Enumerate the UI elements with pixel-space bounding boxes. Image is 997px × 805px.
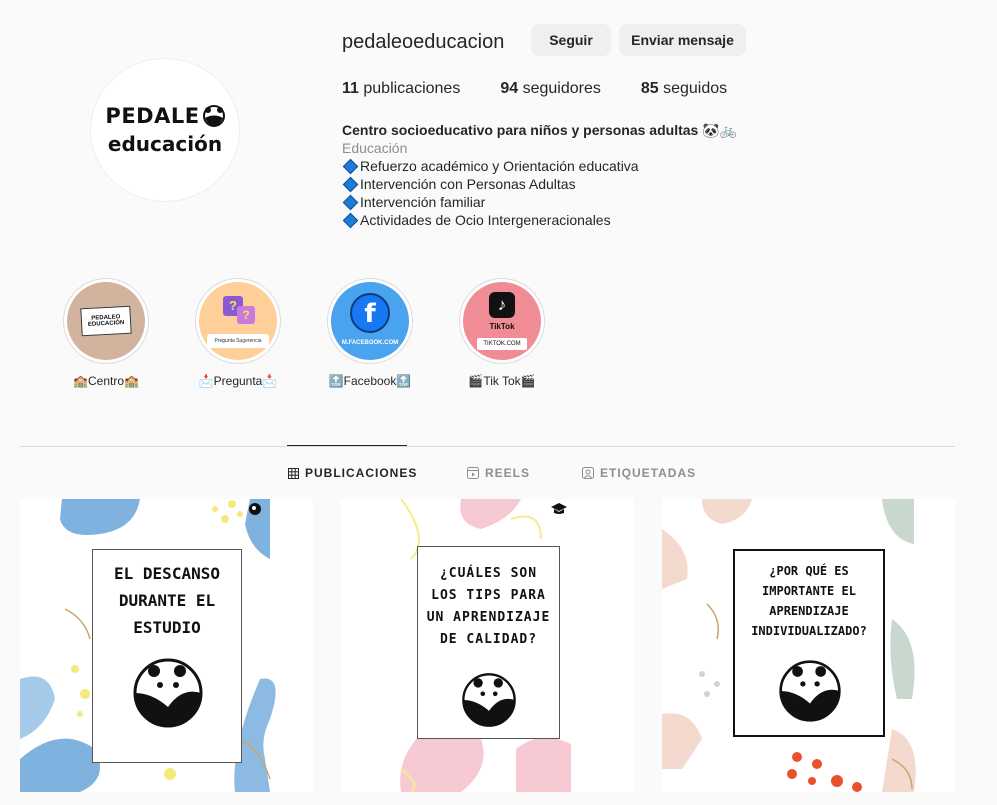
panda-yinyang-icon [779, 660, 841, 722]
post-card: ¿POR QUÉ ES IMPORTANTE EL APRENDIZAJE IN… [733, 549, 885, 737]
highlight-facebook-url: M.FACEBOOK.COM [341, 340, 399, 346]
grid-icon [288, 467, 299, 479]
highlight-label: 🎬Tik Tok🎬 [468, 374, 536, 388]
post-thumbnail[interactable]: ¿CUÁLES SON LOS TIPS PARA UN APRENDIZAJE… [341, 499, 634, 792]
profile-stats: 11 publicaciones 94 seguidores 85 seguid… [342, 80, 727, 98]
panda-yinyang-icon [133, 658, 203, 728]
highlight-tiktok[interactable]: ♪ TikTok TIKTOK.COM [459, 278, 545, 364]
tab-reels[interactable]: REELS [467, 466, 530, 480]
blue-diamond-icon [342, 176, 359, 193]
reels-icon [467, 467, 479, 479]
tab-etiquetadas[interactable]: ETIQUETADAS [582, 466, 696, 480]
bio-line: Refuerzo académico y Orientación educati… [342, 157, 737, 175]
highlight-pregunta-card: Pregunta Sugerencia [207, 334, 269, 348]
bio-line: Intervención familiar [342, 193, 737, 211]
post-card: EL DESCANSO DURANTE EL ESTUDIO [92, 549, 242, 763]
panda-icon [202, 105, 225, 127]
blue-diamond-icon [342, 212, 359, 229]
bio-name: Centro socioeducativo para niños y perso… [342, 122, 738, 138]
tab-publicaciones[interactable]: PUBLICACIONES [288, 466, 417, 480]
bio-line: Intervención con Personas Adultas [342, 175, 737, 193]
graduation-cap-icon [551, 503, 567, 514]
bio-category: Educación [342, 140, 408, 156]
username: pedaleoeducacion [342, 31, 505, 53]
bio-line: Actividades de Ocio Intergeneracionales [342, 211, 737, 229]
highlight-tiktok-title: TikTok [489, 322, 515, 331]
highlight-centro-card: PEDALEO EDUCACIÓN [80, 305, 132, 337]
highlight-label: 🔝Facebook🔝 [328, 374, 412, 388]
post-title: ¿CUÁLES SON LOS TIPS PARA UN APRENDIZAJE… [426, 566, 551, 647]
follow-button[interactable]: Seguir [531, 24, 611, 56]
tiktok-icon: ♪ [489, 292, 515, 318]
tab-label: PUBLICACIONES [305, 466, 418, 480]
panda-yinyang-icon [462, 673, 516, 727]
avatar-line1: PEDALE [105, 104, 200, 128]
post-card: ¿CUÁLES SON LOS TIPS PARA UN APRENDIZAJE… [417, 546, 560, 739]
tab-label: ETIQUETADAS [600, 466, 697, 480]
bio: Centro socioeducativo para niños y perso… [342, 121, 737, 229]
blue-diamond-icon [342, 194, 359, 211]
highlight-facebook[interactable]: f M.FACEBOOK.COM [327, 278, 413, 364]
post-title: ¿POR QUÉ ES IMPORTANTE EL APRENDIZAJE IN… [751, 564, 867, 638]
tagged-icon [582, 467, 594, 479]
avatar-line2: educación [107, 132, 223, 156]
facebook-icon: f [350, 293, 390, 333]
post-title: EL DESCANSO DURANTE EL ESTUDIO [114, 564, 220, 637]
highlight-label: 🏫Centro🏫 [73, 374, 139, 388]
posts-stat[interactable]: 11 publicaciones [342, 80, 460, 98]
highlight-pregunta[interactable]: ? ? Pregunta Sugerencia [195, 278, 281, 364]
followers-stat[interactable]: 94 seguidores [500, 80, 601, 98]
head-gear-icon [249, 503, 261, 515]
highlight-tiktok-url: TIKTOK.COM [477, 338, 527, 350]
highlight-label: 📩Pregunta📩 [198, 374, 278, 388]
tab-label: REELS [485, 466, 531, 480]
post-thumbnail[interactable]: ¿POR QUÉ ES IMPORTANTE EL APRENDIZAJE IN… [662, 499, 955, 792]
profile-avatar[interactable]: PEDALE educación [90, 58, 240, 202]
question-icon: ? [237, 306, 255, 324]
blue-diamond-icon [342, 158, 359, 175]
following-stat[interactable]: 85 seguidos [641, 80, 727, 98]
post-thumbnail[interactable]: EL DESCANSO DURANTE EL ESTUDIO [20, 499, 313, 792]
send-message-button[interactable]: Enviar mensaje [619, 24, 746, 56]
active-tab-indicator [287, 445, 407, 446]
highlight-centro[interactable]: PEDALEO EDUCACIÓN [63, 278, 149, 364]
tabs-divider [20, 446, 955, 447]
